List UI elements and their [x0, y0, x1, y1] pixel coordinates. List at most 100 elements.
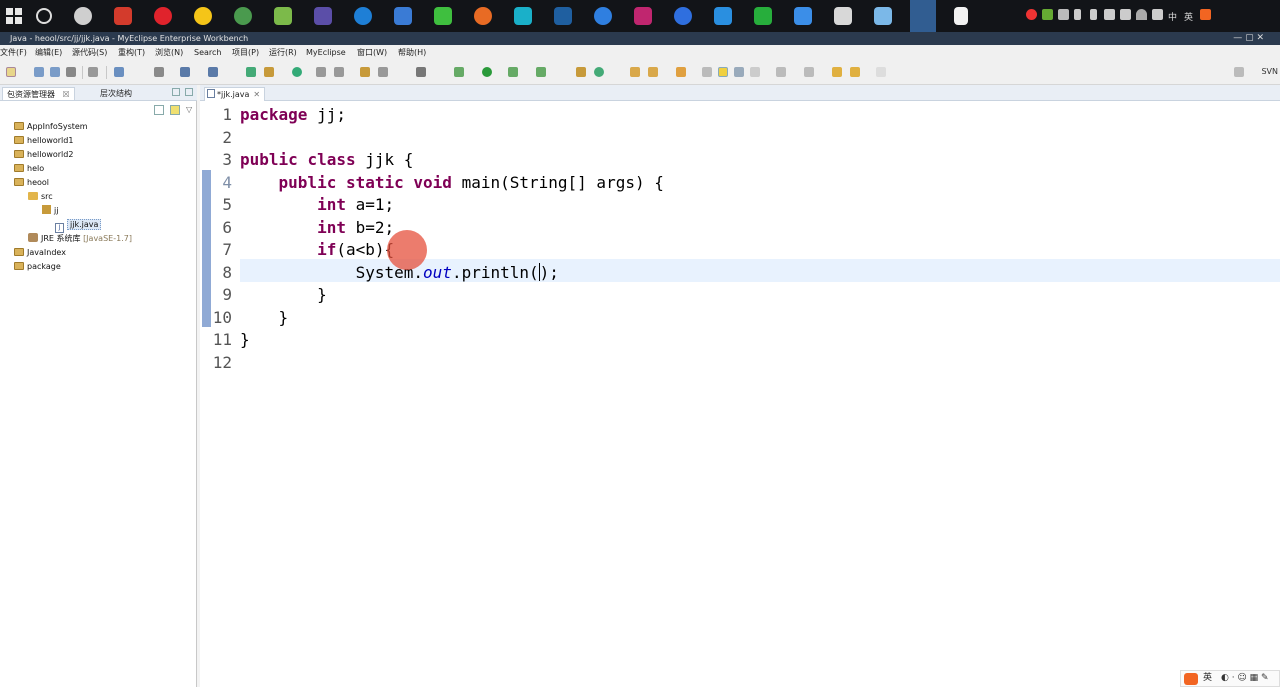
code-line-10[interactable]: }	[240, 308, 289, 327]
menu-help[interactable]: 帮助(H)	[398, 45, 426, 60]
tree-project-javaindex[interactable]: JavaIndex	[14, 246, 66, 260]
tab-package-explorer[interactable]: 包资源管理器 ☒	[2, 87, 75, 100]
tree-project-appinfosystem[interactable]: AppInfoSystem	[14, 120, 88, 134]
myeclipse-active-icon[interactable]	[910, 0, 936, 32]
tree-project-helo[interactable]: helo	[14, 162, 44, 176]
database-icon[interactable]	[154, 67, 164, 77]
new-class-icon[interactable]	[360, 67, 370, 77]
language-indicator[interactable]: 中	[1168, 10, 1177, 23]
code-line-11[interactable]: }	[240, 330, 250, 349]
web-tools-icon[interactable]	[576, 67, 586, 77]
code-line-5[interactable]: int a=1;	[240, 195, 394, 214]
display-icon[interactable]	[1120, 9, 1131, 20]
volume-icon[interactable]	[1152, 9, 1163, 20]
next-annotation-icon[interactable]	[776, 67, 786, 77]
menu-search[interactable]: Search	[194, 45, 221, 60]
edge-browser-icon[interactable]	[354, 7, 372, 25]
collapse-all-icon[interactable]	[154, 105, 164, 115]
close-icon[interactable]: ☒	[63, 90, 70, 99]
search-file-icon[interactable]	[334, 67, 344, 77]
server-icon[interactable]	[180, 67, 190, 77]
new-interface-icon[interactable]	[378, 67, 388, 77]
window-controls[interactable]: — ▢ ✕	[1233, 32, 1264, 45]
forward-icon[interactable]	[876, 67, 886, 77]
menu-refactor[interactable]: 重构(T)	[118, 45, 145, 60]
run-icon[interactable]	[482, 67, 492, 77]
annotation-icon[interactable]	[702, 67, 712, 77]
external-tools-icon[interactable]	[536, 67, 546, 77]
deploy-icon[interactable]	[208, 67, 218, 77]
print-icon[interactable]	[66, 67, 76, 77]
mark-occurrences-icon[interactable]	[718, 67, 728, 77]
notes-app-icon[interactable]	[874, 7, 892, 25]
tab-jjk-java[interactable]: *jjk.java ✕	[204, 87, 266, 101]
firefox-icon[interactable]	[474, 7, 492, 25]
intellij-idea-icon[interactable]	[634, 7, 652, 25]
ime-mode[interactable]: 英	[1203, 673, 1212, 683]
tree-project-helloworld2[interactable]: helloworld2	[14, 148, 73, 162]
cloud-drive-icon[interactable]	[794, 7, 812, 25]
menu-window[interactable]: 窗口(W)	[357, 45, 387, 60]
windows-start-icon[interactable]	[6, 8, 22, 24]
ime-status-bar[interactable]: 英 ◐ · ☺ ▦ ✎	[1180, 670, 1280, 687]
tree-folder-src[interactable]: src	[28, 190, 53, 204]
eclipse-ide-icon[interactable]	[314, 7, 332, 25]
save-icon[interactable]	[34, 67, 44, 77]
menu-run[interactable]: 运行(R)	[269, 45, 297, 60]
open-folder-icon[interactable]	[630, 67, 640, 77]
menu-edit[interactable]: 编辑(E)	[35, 45, 62, 60]
tree-jre-library[interactable]: JRE 系统库 [JavaSE-1.7]	[28, 232, 132, 246]
chrome-icon[interactable]	[234, 7, 252, 25]
link-with-editor-icon[interactable]	[170, 105, 180, 115]
wechat-icon[interactable]	[434, 7, 452, 25]
notepad-app-icon[interactable]	[274, 7, 292, 25]
terminal-app-icon[interactable]	[554, 7, 572, 25]
vscode-icon[interactable]	[714, 7, 732, 25]
media-app-icon[interactable]	[834, 7, 852, 25]
antivirus-icon[interactable]	[1026, 9, 1037, 20]
phone-icon[interactable]	[1090, 9, 1097, 20]
save-all-icon[interactable]	[50, 67, 60, 77]
code-line-9[interactable]: }	[240, 285, 327, 304]
hbuilder-icon[interactable]	[754, 7, 772, 25]
myeclipse-app-icon[interactable]	[394, 7, 412, 25]
new-package-icon[interactable]	[264, 67, 274, 77]
menu-source[interactable]: 源代码(S)	[72, 45, 107, 60]
gpu-icon[interactable]	[1042, 9, 1053, 20]
block-selection-icon[interactable]	[734, 67, 744, 77]
network-app-icon[interactable]	[674, 7, 692, 25]
tree-package-jj[interactable]: jj	[42, 204, 58, 218]
open-type-icon[interactable]	[316, 67, 326, 77]
qq-app-icon[interactable]	[114, 7, 132, 25]
tree-project-package[interactable]: package	[14, 260, 61, 274]
open-perspective-icon[interactable]	[1234, 67, 1244, 77]
usb-icon[interactable]	[1058, 9, 1069, 20]
tree-project-helloworld1[interactable]: helloworld1	[14, 134, 73, 148]
wifi-icon[interactable]	[1136, 9, 1147, 20]
svn-perspective[interactable]: SVN	[1261, 67, 1278, 76]
refresh-icon[interactable]	[594, 67, 604, 77]
close-icon[interactable]: ✕	[253, 90, 260, 99]
menu-file[interactable]: 文件(F)	[0, 45, 27, 60]
code-line-6[interactable]: int b=2;	[240, 218, 394, 237]
sogou-browser-icon[interactable]	[594, 7, 612, 25]
cortana-icon[interactable]	[36, 8, 52, 24]
globe-icon[interactable]	[292, 67, 302, 77]
view-menu-icon[interactable]: ▽	[186, 105, 196, 115]
tasks-icon[interactable]	[676, 67, 686, 77]
terminal-icon[interactable]	[416, 67, 426, 77]
shield-icon[interactable]	[1104, 9, 1115, 20]
open-project-icon[interactable]	[114, 67, 124, 77]
code-line-1[interactable]: package jj;	[240, 105, 346, 124]
new-java-project-icon[interactable]	[246, 67, 256, 77]
show-whitespace-icon[interactable]	[750, 67, 760, 77]
menu-project[interactable]: 项目(P)	[232, 45, 259, 60]
new-icon[interactable]	[6, 67, 16, 77]
code-line-4[interactable]: public static void main(String[] args) {	[240, 173, 664, 192]
ime-tool-icons[interactable]: ◐ · ☺ ▦ ✎	[1221, 671, 1269, 686]
maximize-icon[interactable]	[185, 88, 193, 96]
sogou-ime-icon[interactable]	[1200, 9, 1211, 20]
overwatch-app-icon[interactable]	[74, 7, 92, 25]
battery-icon[interactable]	[1074, 9, 1081, 20]
netease-music-icon[interactable]	[154, 7, 172, 25]
